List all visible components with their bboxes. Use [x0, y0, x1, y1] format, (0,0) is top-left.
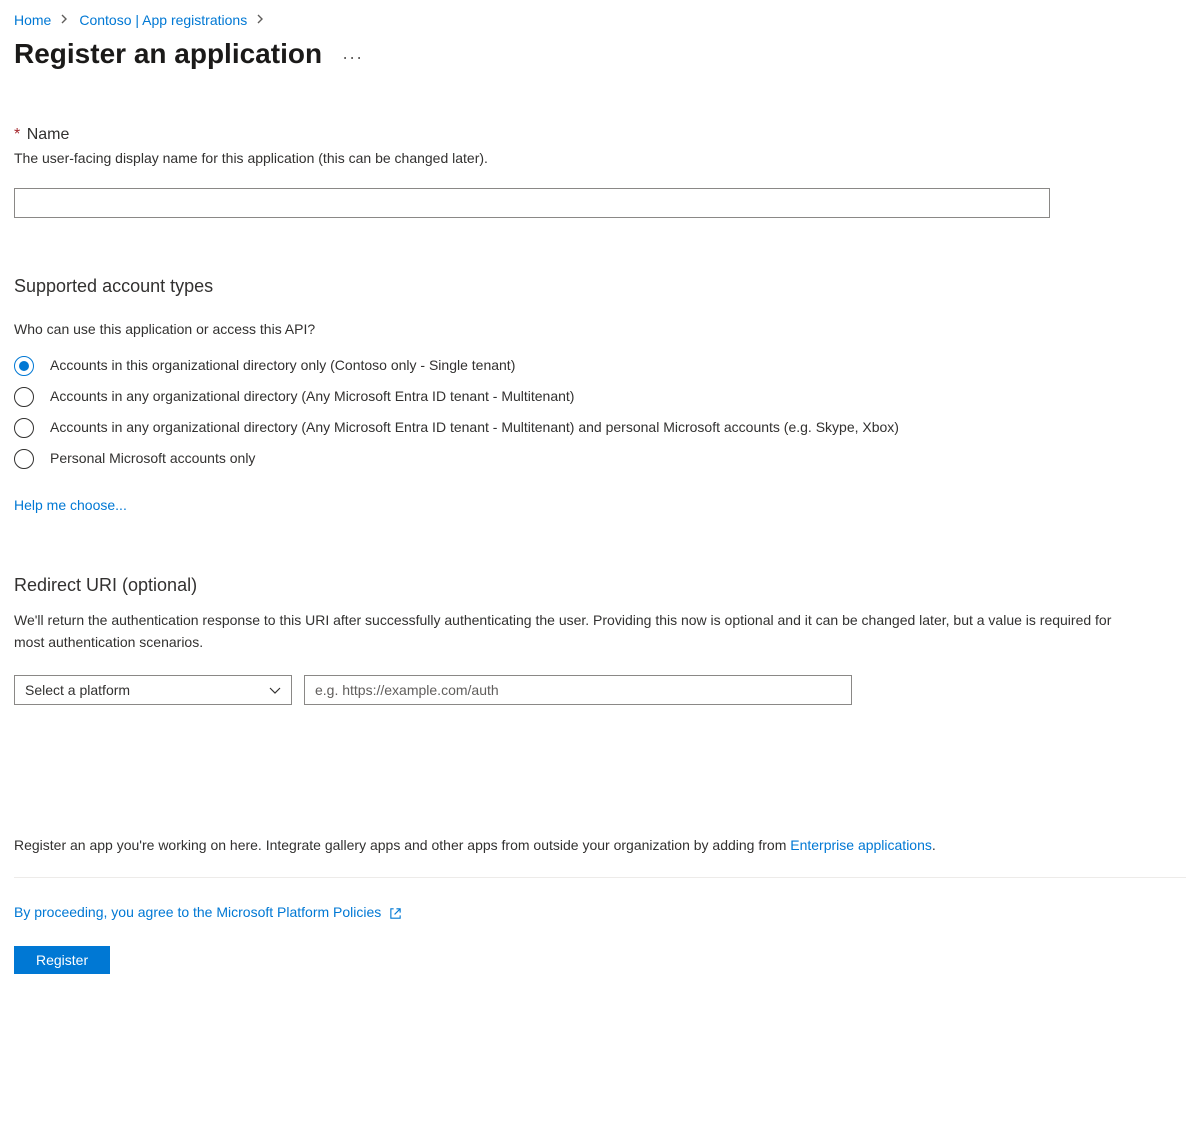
account-types-subtext: Who can use this application or access t… [14, 321, 1186, 337]
help-me-choose-link[interactable]: Help me choose... [14, 497, 127, 513]
radio-label: Accounts in any organizational directory… [50, 386, 574, 407]
bottom-note-suffix: . [932, 837, 936, 853]
more-options-icon[interactable]: ··· [342, 47, 363, 68]
breadcrumb: Home Contoso | App registrations [14, 12, 1186, 28]
radio-icon [14, 387, 34, 407]
name-field-section: * Name The user-facing display name for … [14, 126, 1186, 218]
name-help-text: The user-facing display name for this ap… [14, 150, 1186, 166]
radio-label: Accounts in any organizational directory… [50, 417, 899, 438]
platform-select-value: Select a platform [25, 682, 130, 698]
radio-icon [14, 356, 34, 376]
radio-label: Accounts in this organizational director… [50, 355, 515, 376]
redirect-uri-row: Select a platform [14, 675, 1186, 705]
policies-row: By proceeding, you agree to the Microsof… [14, 904, 1186, 920]
chevron-right-icon [257, 13, 265, 27]
divider [14, 877, 1186, 878]
account-types-section: Supported account types Who can use this… [14, 276, 1186, 513]
radio-icon [14, 418, 34, 438]
bottom-note: Register an app you're working on here. … [14, 837, 1186, 853]
name-label-text: Name [27, 126, 70, 143]
account-types-radio-group: Accounts in this organizational director… [14, 355, 1186, 469]
account-type-option-personal-only[interactable]: Personal Microsoft accounts only [14, 448, 1186, 469]
policies-link-text: By proceeding, you agree to the Microsof… [14, 904, 381, 920]
breadcrumb-home[interactable]: Home [14, 12, 51, 28]
redirect-uri-input[interactable] [304, 675, 852, 705]
name-input[interactable] [14, 188, 1050, 218]
radio-label: Personal Microsoft accounts only [50, 448, 255, 469]
chevron-right-icon [61, 13, 69, 27]
redirect-uri-section: Redirect URI (optional) We'll return the… [14, 575, 1186, 705]
required-star-icon: * [14, 126, 20, 143]
platform-select[interactable]: Select a platform [14, 675, 292, 705]
account-type-option-multitenant[interactable]: Accounts in any organizational directory… [14, 386, 1186, 407]
account-type-option-multitenant-personal[interactable]: Accounts in any organizational directory… [14, 417, 1186, 438]
account-types-heading: Supported account types [14, 276, 1186, 297]
redirect-uri-heading: Redirect URI (optional) [14, 575, 1186, 596]
page-title: Register an application [14, 38, 322, 70]
platform-policies-link[interactable]: By proceeding, you agree to the Microsof… [14, 904, 402, 920]
register-button[interactable]: Register [14, 946, 110, 974]
chevron-down-icon [269, 682, 281, 698]
radio-icon [14, 449, 34, 469]
account-type-option-single-tenant[interactable]: Accounts in this organizational director… [14, 355, 1186, 376]
redirect-uri-description: We'll return the authentication response… [14, 610, 1144, 653]
bottom-note-prefix: Register an app you're working on here. … [14, 837, 790, 853]
enterprise-applications-link[interactable]: Enterprise applications [790, 837, 932, 853]
external-link-icon [389, 904, 402, 920]
name-label: * Name [14, 126, 1186, 144]
breadcrumb-app-registrations[interactable]: Contoso | App registrations [79, 12, 247, 28]
page-title-row: Register an application ··· [14, 38, 1186, 70]
